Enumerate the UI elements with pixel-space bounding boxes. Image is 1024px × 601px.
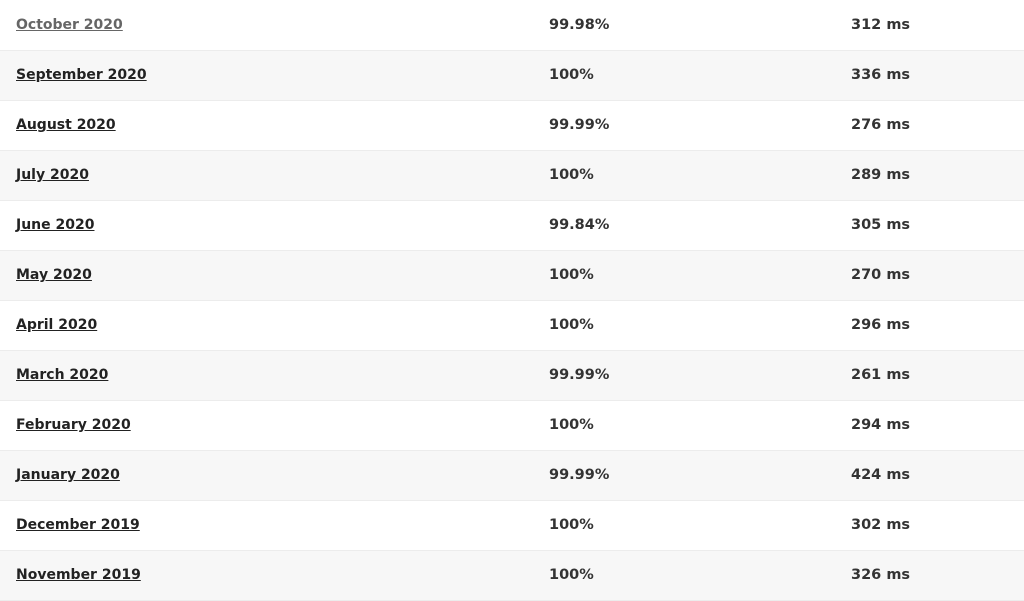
response-time-cell: 305 ms <box>851 217 911 233</box>
month-cell: December 2019 <box>0 500 549 550</box>
response-time-cell: 289 ms <box>851 167 911 183</box>
month-cell: March 2020 <box>0 350 549 400</box>
month-cell: June 2020 <box>0 200 549 250</box>
monthly-uptime-table: October 2020 99.98% 312 ms September 2020… <box>0 0 1024 601</box>
table-row: November 2019 100% 326 ms <box>0 550 1024 600</box>
uptime-cell: 100% <box>549 517 594 533</box>
response-time-cell: 302 ms <box>851 517 911 533</box>
month-cell: July 2020 <box>0 150 549 200</box>
uptime-cell: 100% <box>549 317 594 333</box>
table-row: February 2020 100% 294 ms <box>0 400 1024 450</box>
table-row: October 2020 99.98% 312 ms <box>0 0 1024 50</box>
response-time-cell: 294 ms <box>851 417 911 433</box>
uptime-cell: 100% <box>549 67 594 83</box>
uptime-cell: 100% <box>549 567 594 583</box>
month-cell: August 2020 <box>0 100 549 150</box>
response-time-cell: 336 ms <box>851 67 911 83</box>
uptime-cell: 100% <box>549 267 594 283</box>
table-row: September 2020 100% 336 ms <box>0 50 1024 100</box>
uptime-cell: 100% <box>549 417 594 433</box>
uptime-cell: 99.99% <box>549 467 610 483</box>
month-cell: October 2020 <box>0 0 549 50</box>
month-link[interactable]: October 2020 <box>16 17 123 33</box>
table-row: March 2020 99.99% 261 ms <box>0 350 1024 400</box>
response-time-cell: 326 ms <box>851 567 911 583</box>
uptime-cell: 99.84% <box>549 217 610 233</box>
response-time-cell: 296 ms <box>851 317 911 333</box>
uptime-cell: 99.98% <box>549 16 610 33</box>
month-link[interactable]: November 2019 <box>16 567 141 583</box>
month-link[interactable]: May 2020 <box>16 267 92 283</box>
response-time-cell: 270 ms <box>851 267 911 283</box>
month-cell: May 2020 <box>0 250 549 300</box>
table-row: December 2019 100% 302 ms <box>0 500 1024 550</box>
table-row: April 2020 100% 296 ms <box>0 300 1024 350</box>
month-cell: November 2019 <box>0 550 549 600</box>
table-row: August 2020 99.99% 276 ms <box>0 100 1024 150</box>
month-link[interactable]: February 2020 <box>16 417 131 433</box>
table-row: June 2020 99.84% 305 ms <box>0 200 1024 250</box>
uptime-cell: 99.99% <box>549 117 610 133</box>
table-row: January 2020 99.99% 424 ms <box>0 450 1024 500</box>
month-link[interactable]: January 2020 <box>16 467 120 483</box>
uptime-cell: 99.99% <box>549 367 610 383</box>
month-cell: April 2020 <box>0 300 549 350</box>
response-time-cell: 261 ms <box>851 367 911 383</box>
month-link[interactable]: September 2020 <box>16 67 147 83</box>
month-cell: September 2020 <box>0 50 549 100</box>
month-cell: January 2020 <box>0 450 549 500</box>
month-link[interactable]: June 2020 <box>16 217 94 233</box>
month-link[interactable]: December 2019 <box>16 517 140 533</box>
month-cell: February 2020 <box>0 400 549 450</box>
month-link[interactable]: March 2020 <box>16 367 108 383</box>
month-link[interactable]: April 2020 <box>16 317 97 333</box>
response-time-cell: 312 ms <box>851 16 911 33</box>
response-time-cell: 424 ms <box>851 467 911 483</box>
table-row: July 2020 100% 289 ms <box>0 150 1024 200</box>
month-link[interactable]: July 2020 <box>16 167 89 183</box>
month-link[interactable]: August 2020 <box>16 117 116 133</box>
uptime-cell: 100% <box>549 167 594 183</box>
response-time-cell: 276 ms <box>851 117 911 133</box>
table-row: May 2020 100% 270 ms <box>0 250 1024 300</box>
